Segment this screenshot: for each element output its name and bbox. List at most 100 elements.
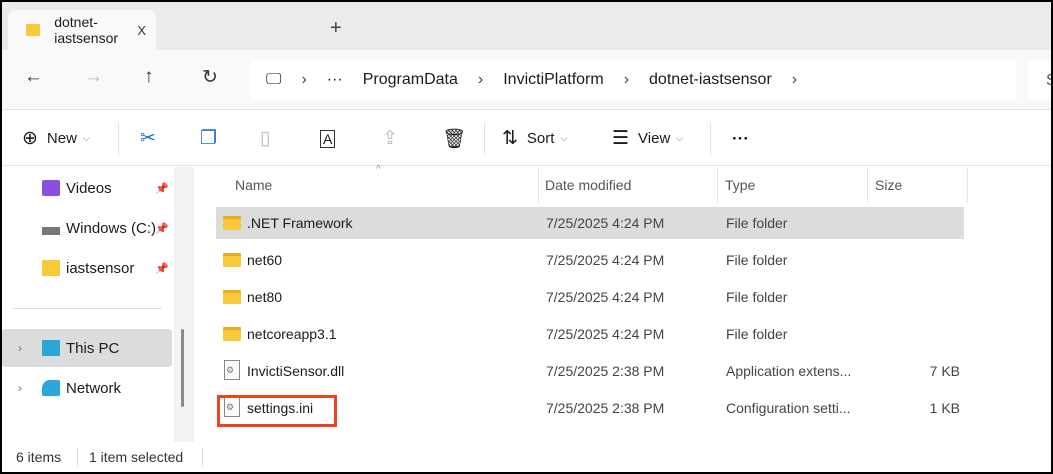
breadcrumb-separator[interactable]: › — [624, 71, 629, 89]
sidebar-item-label: Videos — [66, 179, 112, 197]
up-button[interactable]: ↑ — [144, 66, 154, 88]
file-name: net60 — [247, 252, 283, 268]
file-type: File folder — [726, 326, 788, 342]
sidebar-item-windows-c[interactable]: Windows (C:) 📌 — [2, 209, 172, 247]
status-bar: 6 items 1 item selected — [2, 442, 1051, 472]
column-header-name[interactable]: Name — [235, 167, 272, 203]
forward-button[interactable]: → — [84, 66, 103, 88]
file-type: Configuration setti... — [726, 400, 851, 416]
chevron-right-icon[interactable]: › — [18, 381, 22, 395]
rename-button[interactable]: A — [320, 111, 344, 166]
view-list-icon: ☰ — [612, 128, 630, 149]
chevron-right-icon[interactable]: › — [18, 341, 22, 355]
file-explorer-window: dotnet-iastsensor X + ← → ↑ ↻ 🖵 › ··· Pr… — [2, 2, 1051, 472]
sidebar-item-videos[interactable]: Videos 📌 — [2, 169, 172, 207]
computer-icon[interactable]: 🖵 — [266, 71, 281, 89]
scrollbar-thumb[interactable] — [181, 329, 184, 407]
breadcrumb[interactable]: 🖵 › ··· ProgramData › InvictiPlatform › … — [250, 60, 1016, 100]
file-row[interactable]: .NET Framework 7/25/2025 4:24 PM File fold… — [216, 207, 964, 239]
file-date: 7/25/2025 4:24 PM — [546, 252, 665, 268]
file-size: 7 KB — [929, 363, 960, 379]
file-name: netcoreapp3.1 — [247, 326, 337, 342]
breadcrumb-item[interactable]: InvictiPlatform — [503, 71, 603, 89]
file-date: 7/25/2025 2:38 PM — [546, 400, 665, 416]
plus-circle-icon: ⊕ — [22, 128, 38, 149]
command-bar: ⊕ New ⌵ ✂ ❐ ▯ A ⇪ 🗑 ⇅ Sort ⌵ ☰ View ⌵ ··· — [2, 111, 1051, 166]
new-button[interactable]: ⊕ New ⌵ — [22, 111, 90, 166]
refresh-button[interactable]: ↻ — [202, 66, 218, 89]
file-row[interactable]: ⚙ InvictiSensor.dll 7/25/2025 2:38 PM Appli… — [216, 355, 964, 387]
divider — [202, 448, 203, 466]
file-name: .NET Framework — [247, 215, 353, 231]
highlight-box — [217, 395, 337, 427]
column-divider[interactable] — [538, 167, 539, 203]
pin-icon: 📌 — [155, 262, 169, 275]
selection-count: 1 item selected — [89, 449, 184, 465]
column-divider[interactable] — [967, 167, 968, 203]
search-input[interactable]: S — [1028, 60, 1051, 100]
view-label: View — [638, 130, 671, 147]
address-row: ← → ↑ ↻ 🖵 › ··· ProgramData › InvictiPla… — [2, 50, 1051, 110]
file-date: 7/25/2025 4:24 PM — [546, 289, 665, 305]
close-tab-button[interactable]: X — [137, 23, 146, 38]
sort-button[interactable]: ⇅ Sort ⌵ — [502, 111, 567, 166]
file-type: File folder — [726, 252, 788, 268]
sidebar-item-network[interactable]: › Network — [2, 369, 172, 407]
view-button[interactable]: ☰ View ⌵ — [612, 111, 683, 166]
column-header-type[interactable]: Type — [725, 167, 755, 203]
paste-button[interactable]: ▯ — [260, 111, 279, 166]
column-header-date-modified[interactable]: Date modified — [545, 167, 631, 203]
delete-button[interactable]: 🗑 — [442, 111, 475, 166]
file-type: File folder — [726, 215, 788, 231]
folder-icon — [223, 290, 241, 304]
trash-icon: 🗑 — [442, 128, 467, 150]
breadcrumb-separator[interactable]: › — [792, 71, 797, 89]
scissors-icon: ✂ — [140, 128, 156, 149]
sidebar-item-label: iastsensor — [66, 259, 135, 277]
breadcrumb-separator[interactable]: › — [301, 71, 306, 89]
file-row[interactable]: net80 7/25/2025 4:24 PM File folder — [216, 281, 964, 313]
divider — [484, 123, 485, 155]
share-button[interactable]: ⇪ — [382, 111, 407, 166]
folder-icon — [223, 253, 241, 267]
sidebar-item-label: Windows (C:) — [66, 219, 157, 237]
sidebar-item-this-pc[interactable]: › This PC — [2, 329, 172, 367]
tab-dotnet-iastsensor[interactable]: dotnet-iastsensor X — [8, 10, 156, 50]
folder-icon — [223, 327, 241, 341]
breadcrumb-separator[interactable]: › — [478, 71, 483, 89]
file-type: File folder — [726, 289, 788, 305]
file-row[interactable]: net60 7/25/2025 4:24 PM File folder — [216, 244, 964, 276]
divider — [77, 448, 78, 466]
column-header-size[interactable]: Size — [875, 167, 902, 203]
file-name: net80 — [247, 289, 283, 305]
rename-icon: A — [320, 129, 336, 148]
column-divider[interactable] — [867, 167, 868, 203]
sort-ascending-icon: ^ — [376, 163, 381, 175]
sidebar-item-label: Network — [66, 379, 122, 397]
breadcrumb-item[interactable]: ProgramData — [363, 71, 458, 89]
item-count: 6 items — [16, 449, 62, 465]
sidebar-scrollbar[interactable] — [174, 167, 194, 442]
file-size: 1 KB — [929, 400, 960, 416]
breadcrumb-overflow[interactable]: ··· — [327, 71, 343, 89]
dll-file-icon: ⚙ — [224, 360, 240, 380]
network-icon — [42, 380, 60, 396]
computer-icon — [42, 340, 60, 356]
back-button[interactable]: ← — [24, 66, 43, 88]
more-options-button[interactable]: ··· — [732, 111, 749, 166]
sort-icon: ⇅ — [502, 128, 518, 149]
divider — [118, 123, 119, 155]
chevron-down-icon: ⌵ — [560, 133, 568, 143]
cut-button[interactable]: ✂ — [140, 111, 165, 166]
file-row[interactable]: netcoreapp3.1 7/25/2025 4:24 PM File folde… — [216, 318, 964, 350]
pin-icon: 📌 — [155, 222, 169, 235]
drive-icon — [42, 227, 60, 235]
chevron-down-icon: ⌵ — [676, 133, 684, 143]
column-divider[interactable] — [717, 167, 718, 203]
new-tab-button[interactable]: + — [330, 17, 342, 40]
breadcrumb-item[interactable]: dotnet-iastsensor — [649, 71, 772, 89]
copy-button[interactable]: ❐ — [200, 111, 226, 166]
sidebar-item-iastsensor[interactable]: iastsensor 📌 — [2, 249, 172, 287]
sidebar-item-label: This PC — [66, 339, 120, 357]
folder-icon — [42, 260, 60, 276]
